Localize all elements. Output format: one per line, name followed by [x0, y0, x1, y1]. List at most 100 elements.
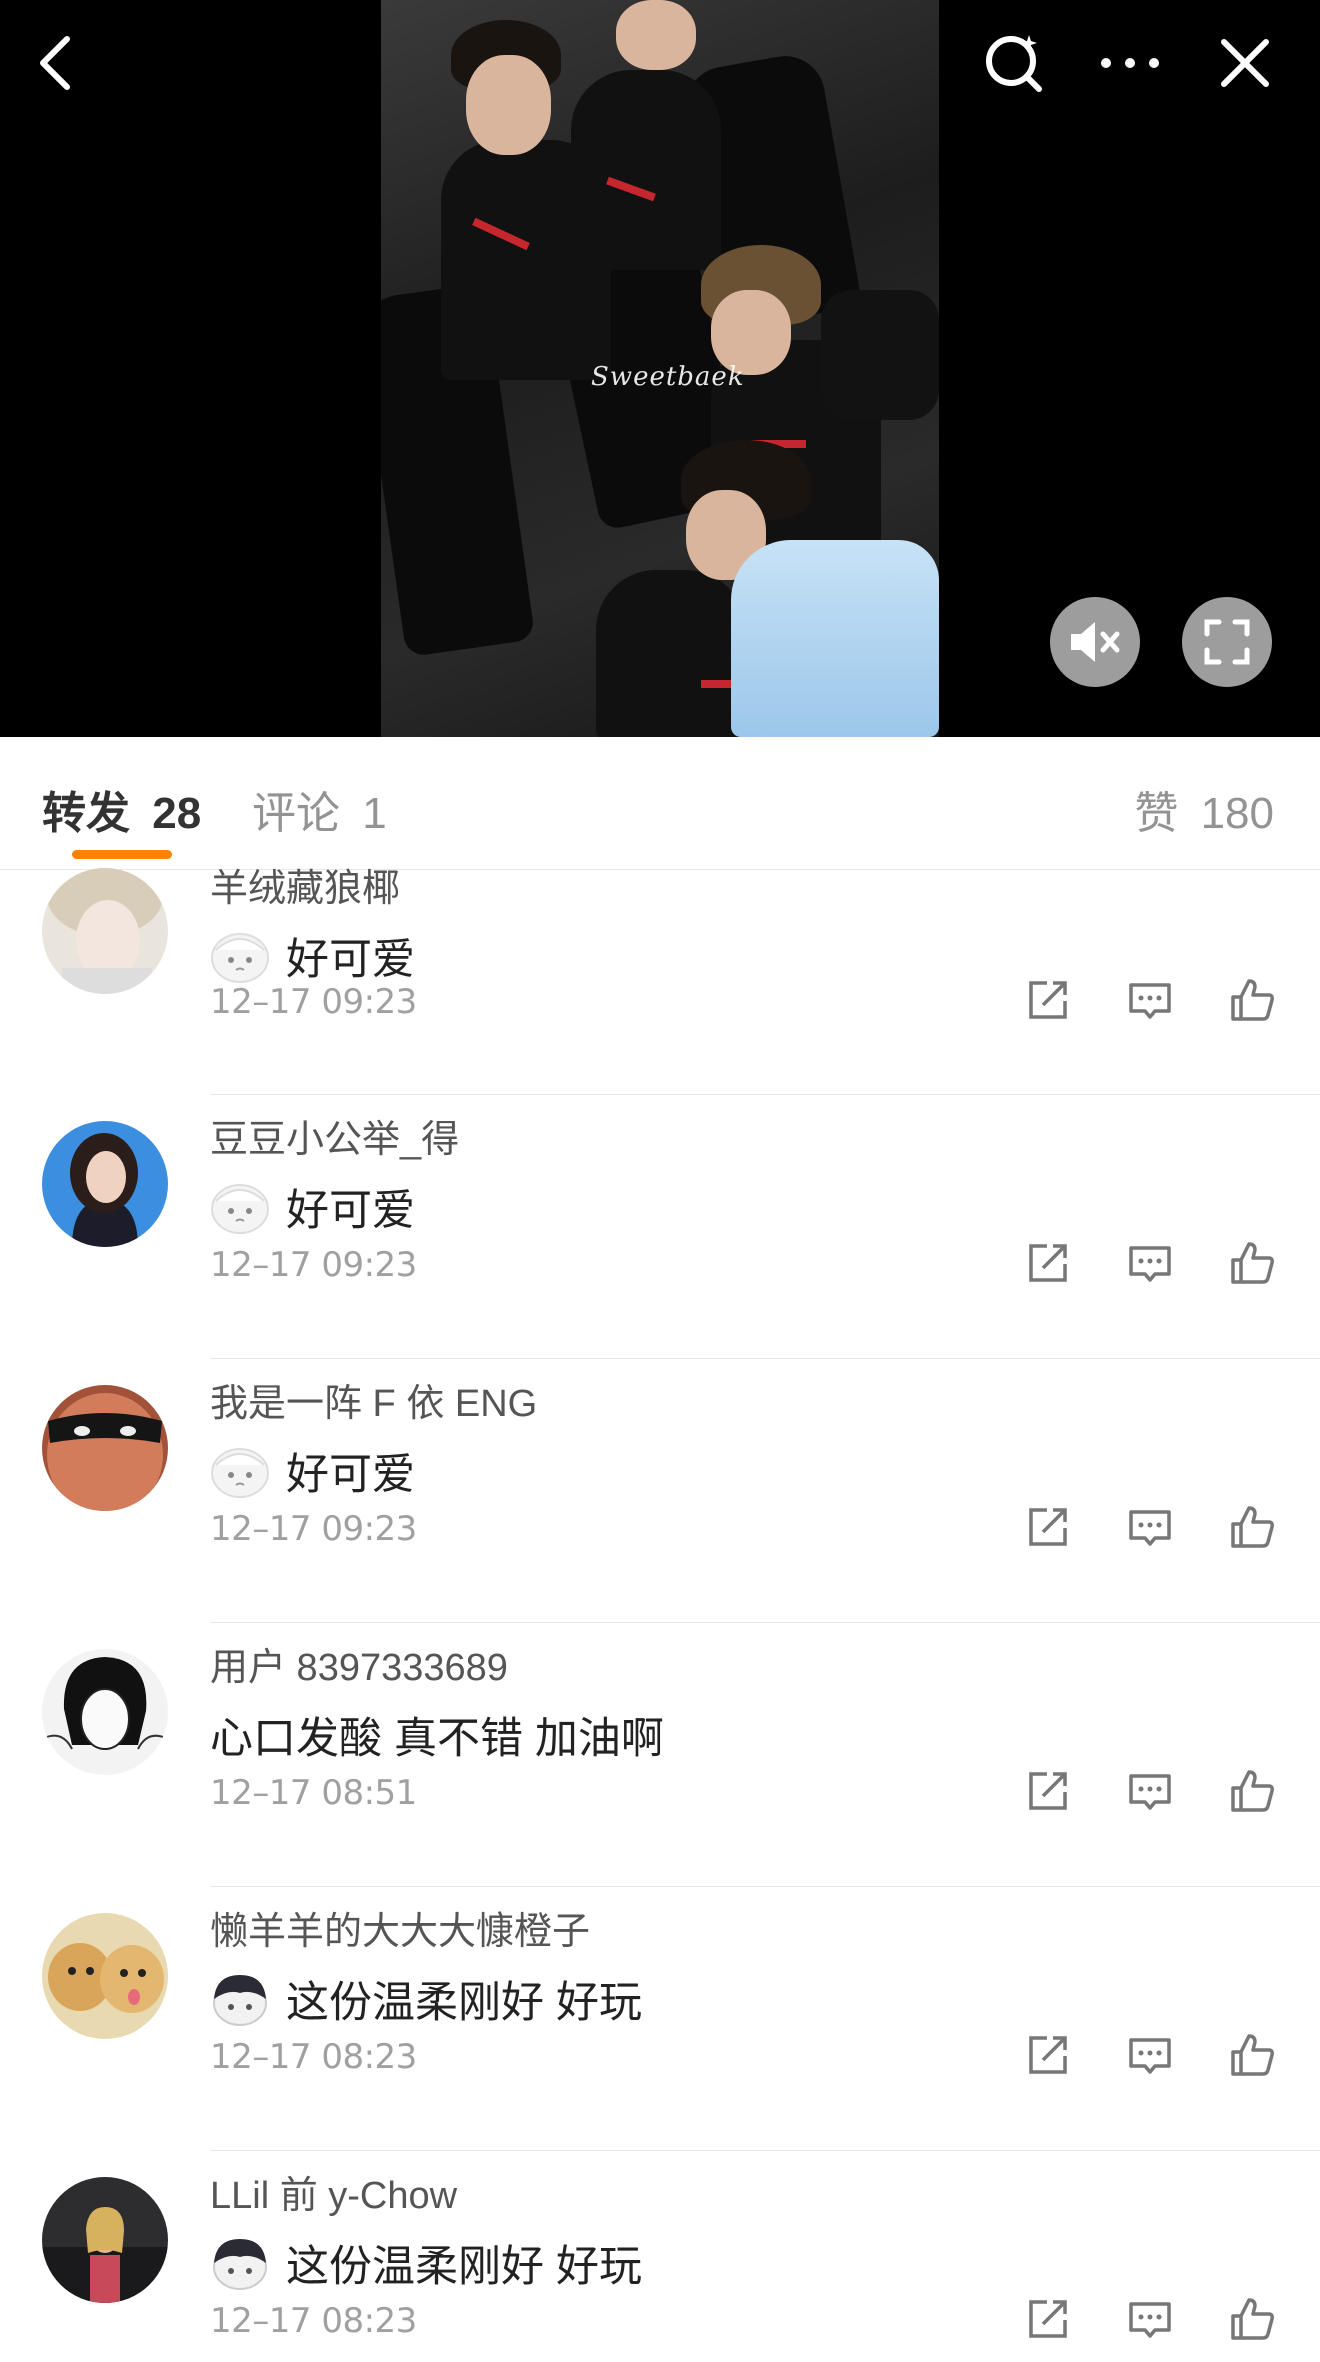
repost-button[interactable] [1022, 974, 1074, 1026]
like-icon [1231, 1770, 1274, 1812]
comment-button[interactable] [1124, 1501, 1176, 1553]
avatar[interactable] [42, 868, 168, 994]
repost-content: 这份温柔刚好 好玩 [210, 2235, 642, 2291]
video-player[interactable]: Sweetbaek [0, 0, 1320, 737]
tab-like[interactable]: 赞 180 [1134, 777, 1274, 841]
repost-time: 12–17 08:23 [210, 2037, 417, 2077]
like-icon [1231, 979, 1274, 1021]
comment-icon [1129, 1246, 1171, 1282]
repost-text: 好可爱 [286, 1187, 415, 1235]
repost-button[interactable] [1022, 1237, 1074, 1289]
avatar[interactable] [42, 1121, 168, 1247]
repost-text: 好可爱 [286, 1451, 415, 1499]
more-icon [1101, 58, 1159, 68]
tab-repost-label: 转发 [42, 789, 130, 838]
repost-text: 好可爱 [286, 936, 415, 984]
repost-icon [1029, 1772, 1067, 1810]
repost-content: 这份温柔刚好 好玩 [210, 1971, 642, 2027]
comment-button[interactable] [1124, 2029, 1176, 2081]
avatar[interactable] [42, 1913, 168, 2039]
comment-button[interactable] [1124, 974, 1176, 1026]
avatar[interactable] [42, 1385, 168, 1511]
crying-face-icon [210, 1443, 270, 1499]
user-name[interactable]: 懒羊羊的大大大慷橙子 [210, 1913, 590, 1951]
list-item[interactable]: 豆豆小公举_得 好可爱 12–17 09:23 [0, 1095, 1320, 1359]
close-button[interactable] [1210, 28, 1280, 98]
list-item[interactable]: 我是一阵 F 依 ENG 好可爱 12–17 09:23 [0, 1359, 1320, 1623]
tab-repost-count: 28 [152, 789, 202, 838]
action-bar [1022, 1765, 1278, 1817]
repost-button[interactable] [1022, 2029, 1074, 2081]
user-name[interactable]: 我是一阵 F 依 ENG [210, 1385, 537, 1423]
repost-button[interactable] [1022, 1765, 1074, 1817]
repost-time: 12–17 09:23 [210, 982, 417, 1022]
repost-content: 好可爱 [210, 1443, 415, 1499]
more-button[interactable] [1095, 28, 1165, 98]
user-name[interactable]: 用户 8397333689 [210, 1649, 508, 1687]
comment-icon [1129, 2038, 1171, 2074]
blue-jacket [731, 540, 939, 737]
list-item[interactable]: 懒羊羊的大大大慷橙子 这份温柔刚好 好玩 12–17 08:23 [0, 1887, 1320, 2151]
comment-button[interactable] [1124, 2293, 1176, 2345]
repost-icon [1029, 1244, 1067, 1282]
player-face [616, 0, 696, 70]
comment-icon [1129, 2302, 1171, 2338]
like-button[interactable] [1226, 974, 1278, 1026]
tab-comment-label: 评论 [252, 789, 340, 838]
repost-button[interactable] [1022, 1501, 1074, 1553]
like-button[interactable] [1226, 2293, 1278, 2345]
repost-time: 12–17 09:23 [210, 1245, 417, 1285]
like-button[interactable] [1226, 1501, 1278, 1553]
comment-icon [1129, 1774, 1171, 1810]
bag-shape [821, 290, 939, 420]
close-icon [1221, 39, 1269, 87]
repost-icon [1029, 1508, 1067, 1546]
crying-face-icon [210, 1179, 270, 1235]
video-watermark: Sweetbaek [591, 362, 745, 392]
repost-content: 好可爱 [210, 928, 415, 984]
avatar[interactable] [42, 1649, 168, 1775]
comment-button[interactable] [1124, 1765, 1176, 1817]
list-item[interactable]: LLil 前 y-Chow 这份温柔刚好 好玩 12–17 08:23 [0, 2151, 1320, 2362]
repost-button[interactable] [1022, 2293, 1074, 2345]
avatar[interactable] [42, 2177, 168, 2303]
list-item[interactable]: 用户 8397333689 心口发酸 真不错 加油啊 12–17 08:51 [0, 1623, 1320, 1887]
like-icon [1231, 2298, 1274, 2340]
user-name[interactable]: LLil 前 y-Chow [210, 2177, 457, 2215]
mute-icon [1071, 622, 1120, 662]
player-face [466, 55, 551, 155]
like-button[interactable] [1226, 2029, 1278, 2081]
action-bar [1022, 974, 1278, 1026]
search-icon [986, 35, 1042, 92]
comment-icon [1129, 983, 1171, 1019]
tab-like-label: 赞 [1134, 789, 1179, 838]
video-frame[interactable]: Sweetbaek [381, 0, 939, 737]
tab-comment[interactable]: 评论 1 [252, 777, 387, 841]
action-bar [1022, 2293, 1278, 2345]
repost-time: 12–17 08:23 [210, 2301, 417, 2341]
back-button[interactable] [20, 28, 90, 98]
comment-button[interactable] [1124, 1237, 1176, 1289]
like-button[interactable] [1226, 1237, 1278, 1289]
like-button[interactable] [1226, 1765, 1278, 1817]
repost-text: 这份温柔刚好 好玩 [286, 2243, 642, 2291]
tab-repost[interactable]: 转发 28 [42, 777, 201, 841]
search-button[interactable] [980, 28, 1050, 98]
list-item[interactable]: 羊绒藏狼椰 好可爱 12–17 09:23 [0, 868, 1320, 1095]
tab-bar: 转发 28 评论 1 赞 180 [0, 737, 1320, 870]
back-icon [40, 36, 70, 90]
action-bar [1022, 1237, 1278, 1289]
repost-time: 12–17 08:51 [210, 1773, 417, 1813]
tab-like-count: 180 [1200, 789, 1274, 838]
mute-button[interactable] [1050, 597, 1140, 687]
active-tab-indicator [72, 850, 172, 859]
user-name[interactable]: 豆豆小公举_得 [210, 1121, 459, 1159]
user-name[interactable]: 羊绒藏狼椰 [210, 870, 400, 908]
action-bar [1022, 1501, 1278, 1553]
like-icon [1231, 1242, 1274, 1284]
like-icon [1231, 2034, 1274, 2076]
dark-hair-face-icon [210, 2235, 270, 2291]
player-shape [571, 70, 721, 270]
fullscreen-button[interactable] [1182, 597, 1272, 687]
fullscreen-icon [1204, 619, 1250, 665]
